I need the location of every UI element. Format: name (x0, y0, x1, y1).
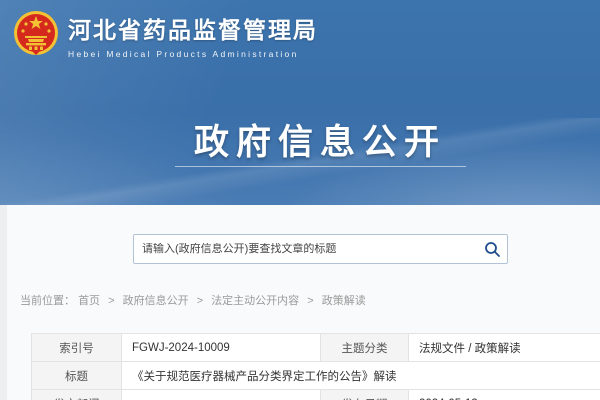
issuing-dept-label: 发文部门 (32, 390, 122, 400)
banner-divider (175, 166, 466, 167)
breadcrumb-separator: > (307, 295, 313, 307)
breadcrumb-label: 当前位置： (20, 295, 75, 307)
document-meta-table: 索引号 FGWJ-2024-10009 主题分类 法规文件 / 政策解读 标题 … (31, 333, 600, 400)
header-banner: 河北省药品监督管理局 Hebei Medical Products Admini… (0, 0, 600, 205)
breadcrumb-link-gov-info[interactable]: 政府信息公开 (123, 295, 189, 307)
subject-category-value: 法规文件 / 政策解读 (409, 334, 600, 362)
table-row: 索引号 FGWJ-2024-10009 主题分类 法规文件 / 政策解读 (32, 334, 600, 362)
breadcrumb: 当前位置： 首页 > 政府信息公开 > 法定主动公开内容 > 政策解读 (20, 292, 366, 308)
site-subtitle: Hebei Medical Products Administration (68, 49, 318, 59)
issuing-dept-value (122, 390, 321, 400)
index-number-value: FGWJ-2024-10009 (122, 334, 321, 362)
site-brand[interactable]: 河北省药品监督管理局 Hebei Medical Products Admini… (12, 10, 318, 60)
breadcrumb-current: 政策解读 (322, 295, 366, 307)
title-value: 《关于规范医疗器械产品分类界定工作的公告》解读 (122, 362, 600, 390)
table-row: 标题 《关于规范医疗器械产品分类界定工作的公告》解读 (32, 362, 600, 390)
breadcrumb-separator: > (108, 295, 114, 307)
index-number-label: 索引号 (32, 334, 122, 362)
title-label: 标题 (32, 362, 122, 390)
breadcrumb-link-statutory-disclosure[interactable]: 法定主动公开内容 (211, 295, 299, 307)
breadcrumb-separator: > (197, 295, 203, 307)
publish-date-value: 2024-05-13 (409, 390, 600, 400)
page-title: 政府信息公开 (40, 114, 600, 165)
search-icon (484, 241, 501, 258)
publish-date-label: 发布日期 (321, 390, 409, 400)
site-title: 河北省药品监督管理局 (68, 11, 318, 45)
search-box (133, 234, 508, 264)
search-button[interactable] (477, 235, 507, 263)
breadcrumb-link-home[interactable]: 首页 (78, 295, 100, 307)
national-emblem-icon (12, 10, 60, 60)
site-title-block: 河北省药品监督管理局 Hebei Medical Products Admini… (68, 11, 318, 59)
subject-category-label: 主题分类 (321, 334, 409, 362)
page: 河北省药品监督管理局 Hebei Medical Products Admini… (0, 0, 600, 400)
search-input[interactable] (134, 243, 477, 255)
table-row: 发文部门 发布日期 2024-05-13 (32, 390, 600, 400)
